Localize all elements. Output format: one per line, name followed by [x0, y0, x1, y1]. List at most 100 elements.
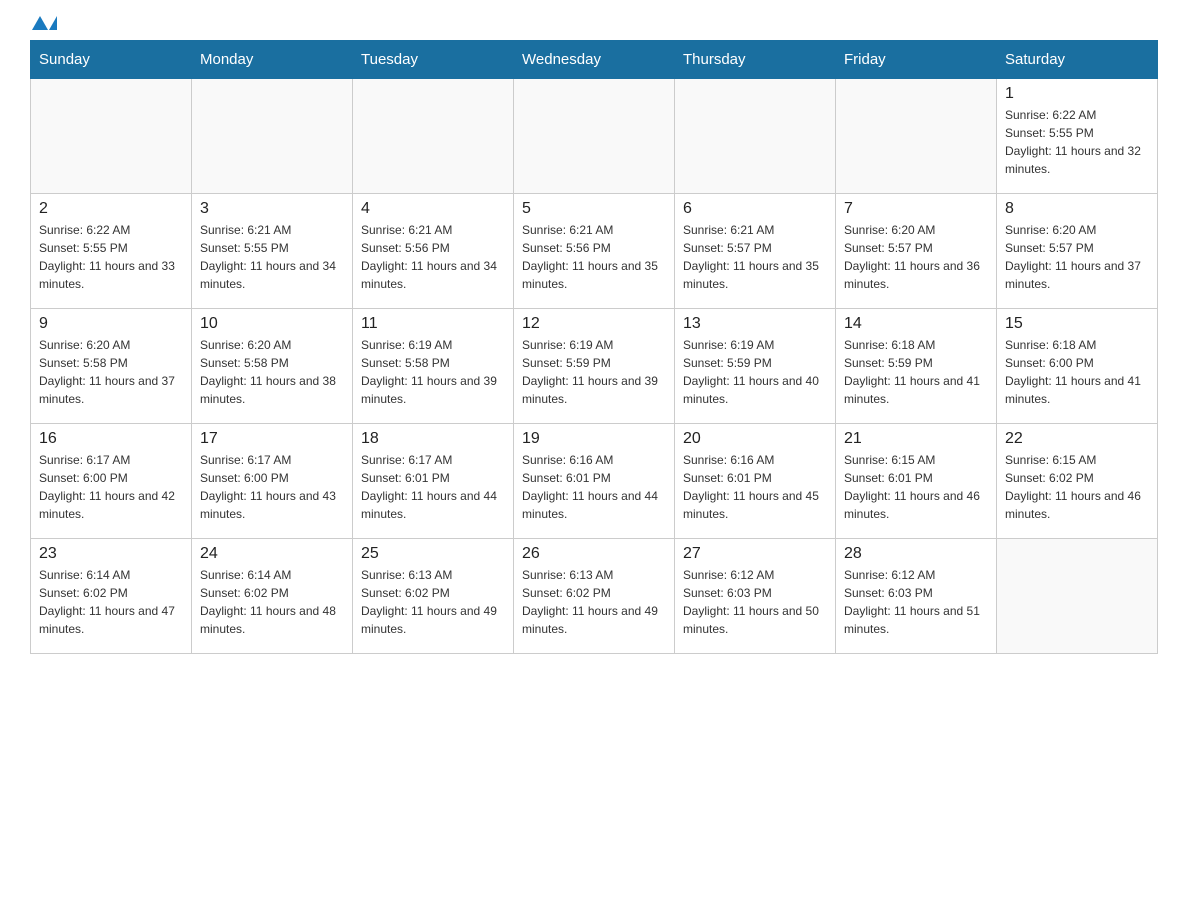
calendar-cell: 8 Sunrise: 6:20 AMSunset: 5:57 PMDaylight… [997, 194, 1158, 309]
weekday-header-sunday: Sunday [31, 41, 192, 79]
day-info: Sunrise: 6:12 AMSunset: 6:03 PMDaylight:… [844, 566, 988, 638]
calendar-header-row: SundayMondayTuesdayWednesdayThursdayFrid… [31, 41, 1158, 79]
day-number: 23 [39, 545, 183, 563]
calendar-cell [31, 79, 192, 194]
day-info: Sunrise: 6:19 AMSunset: 5:58 PMDaylight:… [361, 336, 505, 408]
calendar-cell [675, 79, 836, 194]
day-number: 15 [1005, 315, 1149, 333]
day-number: 14 [844, 315, 988, 333]
day-info: Sunrise: 6:17 AMSunset: 6:01 PMDaylight:… [361, 451, 505, 523]
day-info: Sunrise: 6:17 AMSunset: 6:00 PMDaylight:… [39, 451, 183, 523]
calendar-cell: 24 Sunrise: 6:14 AMSunset: 6:02 PMDayligh… [192, 539, 353, 654]
day-info: Sunrise: 6:19 AMSunset: 5:59 PMDaylight:… [522, 336, 666, 408]
day-number: 16 [39, 430, 183, 448]
day-number: 11 [361, 315, 505, 333]
weekday-header-wednesday: Wednesday [514, 41, 675, 79]
day-info: Sunrise: 6:16 AMSunset: 6:01 PMDaylight:… [683, 451, 827, 523]
calendar-cell: 3 Sunrise: 6:21 AMSunset: 5:55 PMDaylight… [192, 194, 353, 309]
calendar-cell: 11 Sunrise: 6:19 AMSunset: 5:58 PMDayligh… [353, 309, 514, 424]
calendar-cell: 20 Sunrise: 6:16 AMSunset: 6:01 PMDayligh… [675, 424, 836, 539]
calendar-cell: 23 Sunrise: 6:14 AMSunset: 6:02 PMDayligh… [31, 539, 192, 654]
calendar-cell: 22 Sunrise: 6:15 AMSunset: 6:02 PMDayligh… [997, 424, 1158, 539]
day-info: Sunrise: 6:21 AMSunset: 5:56 PMDaylight:… [522, 221, 666, 293]
day-number: 9 [39, 315, 183, 333]
day-info: Sunrise: 6:13 AMSunset: 6:02 PMDaylight:… [361, 566, 505, 638]
day-number: 25 [361, 545, 505, 563]
day-number: 6 [683, 200, 827, 218]
weekday-header-saturday: Saturday [997, 41, 1158, 79]
calendar-cell: 5 Sunrise: 6:21 AMSunset: 5:56 PMDaylight… [514, 194, 675, 309]
day-info: Sunrise: 6:18 AMSunset: 5:59 PMDaylight:… [844, 336, 988, 408]
day-number: 22 [1005, 430, 1149, 448]
calendar-cell [192, 79, 353, 194]
day-number: 7 [844, 200, 988, 218]
calendar-cell: 21Sunrise: 6:15 AMSunset: 6:01 PMDayligh… [836, 424, 997, 539]
day-number: 3 [200, 200, 344, 218]
day-info: Sunrise: 6:22 AMSunset: 5:55 PMDaylight:… [39, 221, 183, 293]
calendar-cell: 17Sunrise: 6:17 AMSunset: 6:00 PMDayligh… [192, 424, 353, 539]
day-info: Sunrise: 6:15 AMSunset: 6:02 PMDaylight:… [1005, 451, 1149, 523]
calendar-cell: 4 Sunrise: 6:21 AMSunset: 5:56 PMDaylight… [353, 194, 514, 309]
day-number: 17 [200, 430, 344, 448]
day-number: 8 [1005, 200, 1149, 218]
week-row-5: 23 Sunrise: 6:14 AMSunset: 6:02 PMDayligh… [31, 539, 1158, 654]
calendar-cell [997, 539, 1158, 654]
logo [30, 20, 57, 30]
day-info: Sunrise: 6:21 AMSunset: 5:56 PMDaylight:… [361, 221, 505, 293]
week-row-2: 2 Sunrise: 6:22 AMSunset: 5:55 PMDaylight… [31, 194, 1158, 309]
day-number: 19 [522, 430, 666, 448]
day-info: Sunrise: 6:16 AMSunset: 6:01 PMDaylight:… [522, 451, 666, 523]
day-info: Sunrise: 6:14 AMSunset: 6:02 PMDaylight:… [200, 566, 344, 638]
calendar-cell: 13 Sunrise: 6:19 AMSunset: 5:59 PMDayligh… [675, 309, 836, 424]
calendar-cell: 14 Sunrise: 6:18 AMSunset: 5:59 PMDayligh… [836, 309, 997, 424]
calendar-cell: 1 Sunrise: 6:22 AMSunset: 5:55 PMDaylight… [997, 79, 1158, 194]
day-number: 21 [844, 430, 988, 448]
page-header [30, 20, 1158, 30]
calendar-cell: 18 Sunrise: 6:17 AMSunset: 6:01 PMDayligh… [353, 424, 514, 539]
day-info: Sunrise: 6:20 AMSunset: 5:58 PMDaylight:… [39, 336, 183, 408]
day-number: 1 [1005, 85, 1149, 103]
day-info: Sunrise: 6:22 AMSunset: 5:55 PMDaylight:… [1005, 106, 1149, 178]
calendar-cell: 15 Sunrise: 6:18 AMSunset: 6:00 PMDayligh… [997, 309, 1158, 424]
calendar-cell [836, 79, 997, 194]
day-number: 13 [683, 315, 827, 333]
calendar-cell: 19 Sunrise: 6:16 AMSunset: 6:01 PMDayligh… [514, 424, 675, 539]
calendar-cell [514, 79, 675, 194]
calendar-cell: 6 Sunrise: 6:21 AMSunset: 5:57 PMDaylight… [675, 194, 836, 309]
weekday-header-friday: Friday [836, 41, 997, 79]
day-info: Sunrise: 6:21 AMSunset: 5:57 PMDaylight:… [683, 221, 827, 293]
day-info: Sunrise: 6:21 AMSunset: 5:55 PMDaylight:… [200, 221, 344, 293]
day-number: 26 [522, 545, 666, 563]
day-info: Sunrise: 6:20 AMSunset: 5:57 PMDaylight:… [1005, 221, 1149, 293]
calendar-cell [353, 79, 514, 194]
calendar-cell: 28 Sunrise: 6:12 AMSunset: 6:03 PMDayligh… [836, 539, 997, 654]
day-number: 20 [683, 430, 827, 448]
calendar-cell: 26Sunrise: 6:13 AMSunset: 6:02 PMDayligh… [514, 539, 675, 654]
day-number: 24 [200, 545, 344, 563]
day-info: Sunrise: 6:12 AMSunset: 6:03 PMDaylight:… [683, 566, 827, 638]
day-number: 12 [522, 315, 666, 333]
calendar-cell: 10 Sunrise: 6:20 AMSunset: 5:58 PMDayligh… [192, 309, 353, 424]
day-number: 5 [522, 200, 666, 218]
day-info: Sunrise: 6:20 AMSunset: 5:58 PMDaylight:… [200, 336, 344, 408]
calendar-table: SundayMondayTuesdayWednesdayThursdayFrid… [30, 40, 1158, 654]
day-info: Sunrise: 6:14 AMSunset: 6:02 PMDaylight:… [39, 566, 183, 638]
day-number: 18 [361, 430, 505, 448]
day-number: 27 [683, 545, 827, 563]
day-number: 4 [361, 200, 505, 218]
weekday-header-tuesday: Tuesday [353, 41, 514, 79]
week-row-3: 9 Sunrise: 6:20 AMSunset: 5:58 PMDaylight… [31, 309, 1158, 424]
day-number: 10 [200, 315, 344, 333]
calendar-cell: 9 Sunrise: 6:20 AMSunset: 5:58 PMDaylight… [31, 309, 192, 424]
day-number: 28 [844, 545, 988, 563]
calendar-cell: 27 Sunrise: 6:12 AMSunset: 6:03 PMDayligh… [675, 539, 836, 654]
calendar-cell: 16 Sunrise: 6:17 AMSunset: 6:00 PMDayligh… [31, 424, 192, 539]
calendar-cell: 7 Sunrise: 6:20 AMSunset: 5:57 PMDaylight… [836, 194, 997, 309]
week-row-1: 1 Sunrise: 6:22 AMSunset: 5:55 PMDaylight… [31, 79, 1158, 194]
day-info: Sunrise: 6:20 AMSunset: 5:57 PMDaylight:… [844, 221, 988, 293]
day-info: Sunrise: 6:19 AMSunset: 5:59 PMDaylight:… [683, 336, 827, 408]
calendar-cell: 2 Sunrise: 6:22 AMSunset: 5:55 PMDaylight… [31, 194, 192, 309]
day-number: 2 [39, 200, 183, 218]
calendar-cell: 25 Sunrise: 6:13 AMSunset: 6:02 PMDayligh… [353, 539, 514, 654]
day-info: Sunrise: 6:18 AMSunset: 6:00 PMDaylight:… [1005, 336, 1149, 408]
